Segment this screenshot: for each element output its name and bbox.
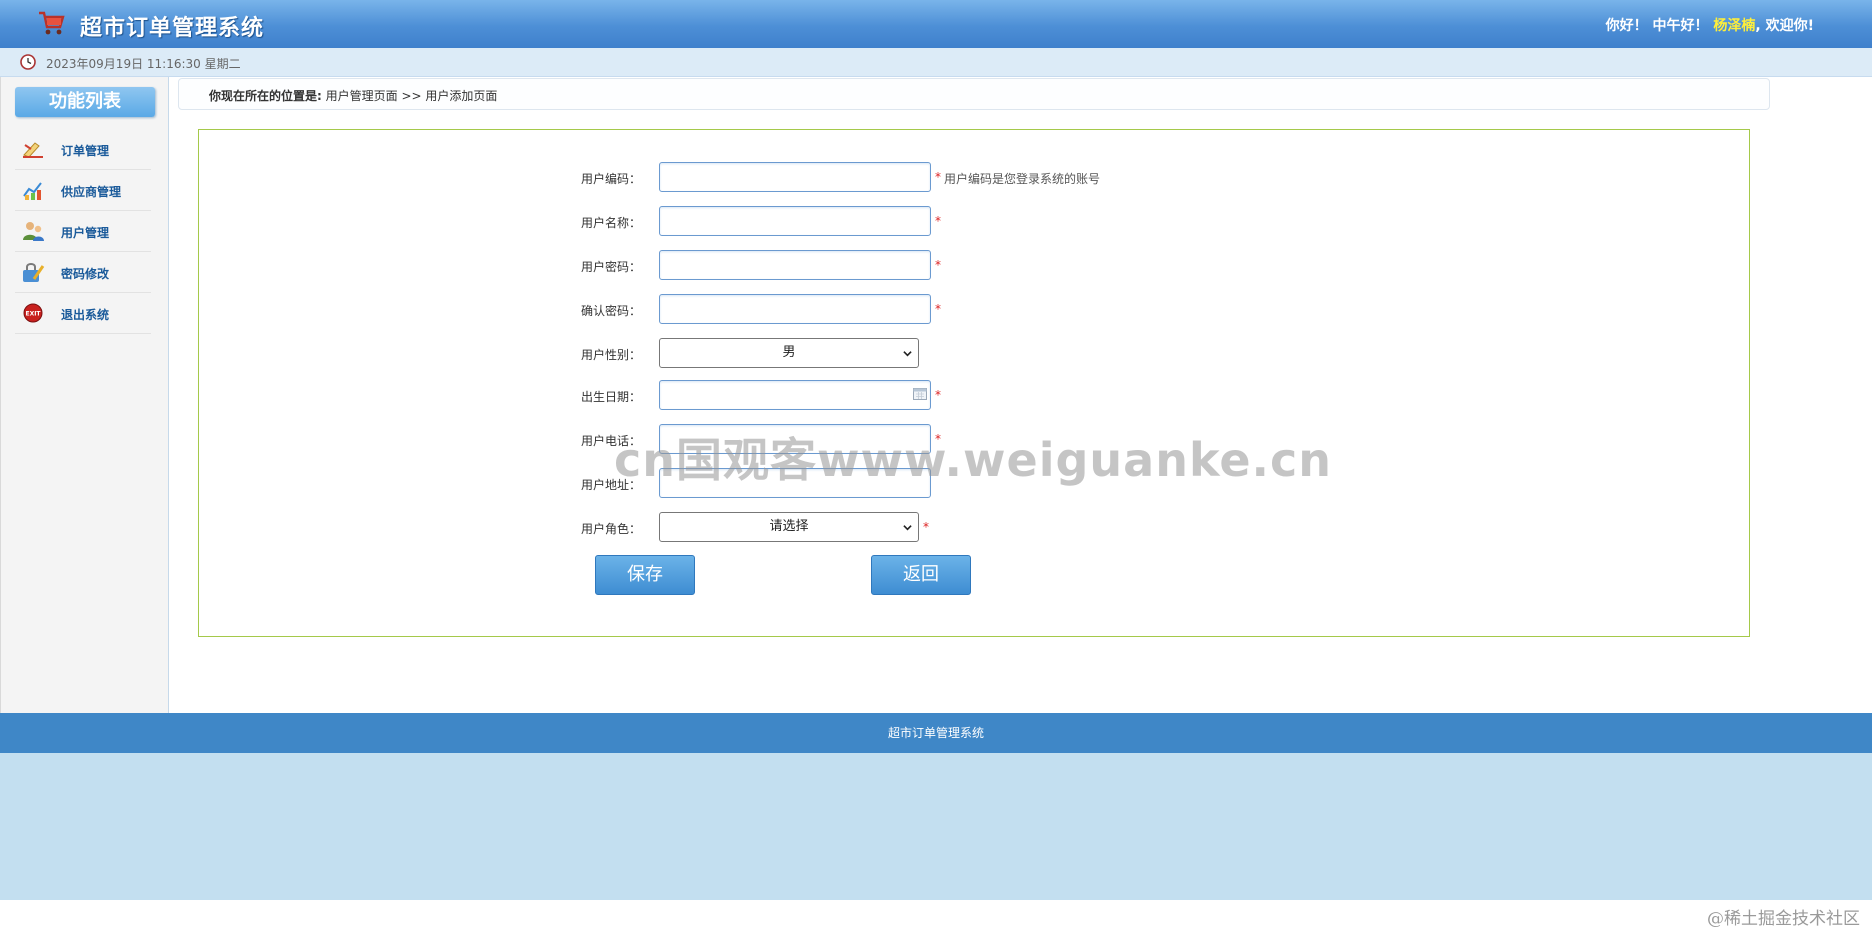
password-label: 用户密码： [580,260,641,274]
user-greeting: 你好！ 中午好！ 杨泽楠, 欢迎你! [1606,15,1814,35]
sidebar-item-label: 退出系统 [61,308,110,322]
sidebar-item-label: 订单管理 [61,144,110,158]
sidebar-item-orders[interactable]: 订单管理 [15,129,151,170]
sidebar-item-label: 用户管理 [61,226,110,240]
greeting-prefix: 你好！ 中午好！ [1605,18,1709,34]
required-mark: * [935,258,941,272]
sidebar-item-label: 供应商管理 [61,185,122,199]
role-selected-value: 请选择 [769,519,809,534]
menu-list: 订单管理 供应商管理 用户管理 密码修改 EXIT 退出系统 [15,129,151,334]
page-footer: 超市订单管理系统 [0,713,1872,753]
birthday-input[interactable] [659,380,931,410]
sidebar-item-suppliers[interactable]: 供应商管理 [15,170,151,211]
greeting-suffix: , 欢迎你! [1755,18,1814,34]
role-label: 用户角色： [580,522,641,536]
app-header: 超市订单管理系统 你好！ 中午好！ 杨泽楠, 欢迎你! [0,0,1872,48]
user-code-input[interactable] [659,162,931,192]
exit-icon: EXIT [23,303,43,323]
corner-watermark: @稀土掘金技术社区 [1707,909,1860,929]
user-code-hint: 用户编码是您登录系统的账号 [944,172,1101,186]
birthday-label: 出生日期： [580,390,641,404]
breadcrumb-path: 用户管理页面 >> 用户添加页面 [325,89,498,103]
menu-title: 功能列表 [15,87,155,117]
time-bar: 2023年09月19日 11:16:30 星期二 [0,48,1872,77]
breadcrumb-label: 你现在所在的位置是: [209,89,322,103]
required-mark: * [935,214,941,228]
sidebar-item-password[interactable]: 密码修改 [15,252,151,293]
gender-select[interactable]: 男 [659,338,919,368]
user-name: 杨泽楠 [1713,18,1756,34]
user-code-label: 用户编码： [580,172,641,186]
chevron-down-icon [903,351,912,357]
order-icon [23,142,43,158]
app-title: 超市订单管理系统 [80,16,265,41]
calendar-icon[interactable] [913,388,927,400]
password-input[interactable] [659,250,931,280]
user-name-label: 用户名称： [580,216,641,230]
required-mark: * [923,520,929,534]
user-add-form [198,129,1750,637]
confirm-password-label: 确认密码： [580,304,641,318]
breadcrumb: 你现在所在的位置是: 用户管理页面 >> 用户添加页面 [178,78,1770,110]
users-icon [23,222,44,241]
watermark-overlay: cn国观客www.weiguanke.cn [614,433,1333,487]
chevron-down-icon [903,525,912,531]
supplier-icon [23,182,42,200]
sidebar: 功能列表 订单管理 供应商管理 用户管理 密码修改 EXIT 退出系统 [0,77,169,713]
required-mark: * [935,302,941,316]
clock-icon [20,54,36,70]
birthday-field [659,380,931,410]
required-mark: * [935,170,941,184]
shopping-cart-icon [39,11,65,35]
required-mark: * [935,388,941,402]
gender-selected-value: 男 [782,345,796,360]
confirm-password-input[interactable] [659,294,931,324]
gender-label: 用户性别： [580,348,641,362]
user-name-input[interactable] [659,206,931,236]
sidebar-item-label: 密码修改 [61,267,110,281]
svg-text:EXIT: EXIT [25,311,41,318]
bottom-background [0,753,1872,900]
current-datetime: 2023年09月19日 11:16:30 星期二 [46,57,241,71]
back-button[interactable]: 返回 [871,555,971,595]
password-icon [23,263,45,282]
sidebar-item-users[interactable]: 用户管理 [15,211,151,252]
sidebar-item-exit[interactable]: EXIT 退出系统 [15,293,151,334]
role-select[interactable]: 请选择 [659,512,919,542]
save-button[interactable]: 保存 [595,555,695,595]
